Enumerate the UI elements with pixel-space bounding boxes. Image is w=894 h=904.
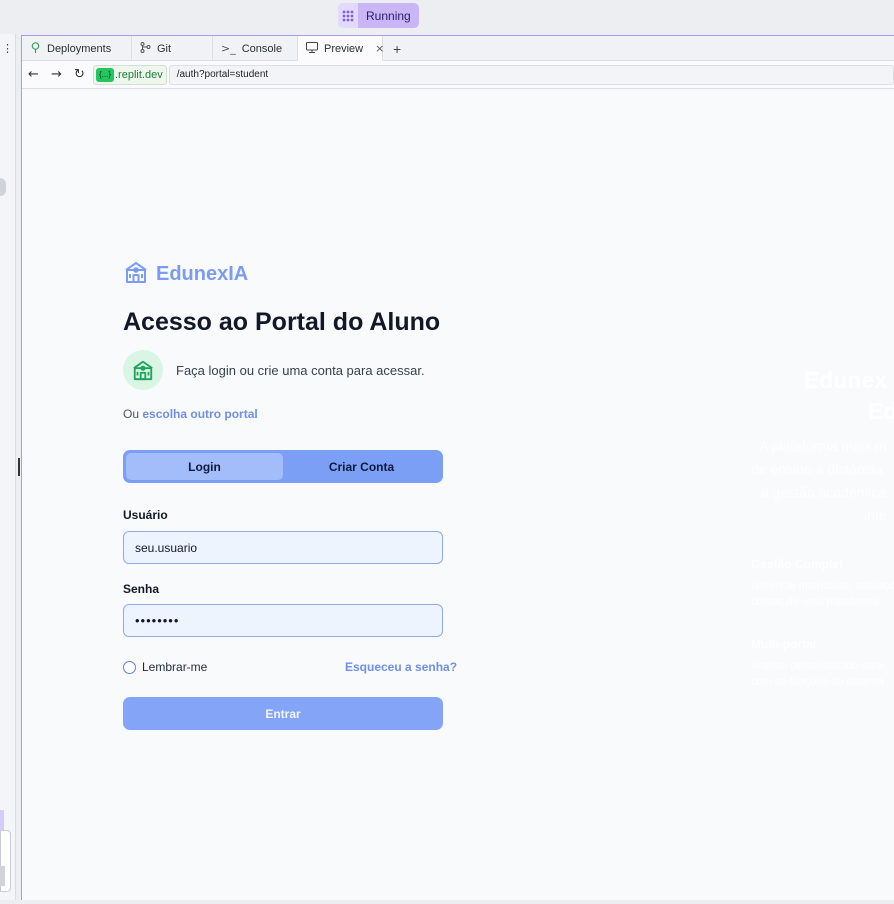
- feature-text: Gerencie matrículas, avaliaçõ: [751, 580, 894, 592]
- host-prefix: {...}: [96, 67, 114, 82]
- back-arrow-icon[interactable]: ←: [22, 67, 45, 82]
- url-path-input[interactable]: /auth?portal=student: [168, 64, 894, 85]
- tab-label: Git: [157, 42, 172, 55]
- tab-git[interactable]: Git: [132, 36, 213, 61]
- promo-heading-2: Ed: [868, 398, 894, 424]
- feature-title: Gestão Complet: [751, 557, 844, 571]
- login-hint: Faça login ou crie uma conta para acessa…: [123, 350, 425, 390]
- tab-label: Preview: [324, 42, 364, 55]
- pane-resize-handle[interactable]: [18, 458, 20, 476]
- promo-desc-line: a gestão acadêmica: [761, 484, 887, 500]
- left-panel-edge: ⋮: [0, 34, 16, 900]
- new-tab-button[interactable]: +: [383, 36, 411, 61]
- remember-checkbox[interactable]: [123, 660, 136, 674]
- forgot-password-link[interactable]: Esqueceu a senha?: [345, 660, 457, 674]
- panel-card-inner: [0, 866, 5, 886]
- choose-portal-link[interactable]: escolha outro portal: [142, 407, 257, 421]
- password-label: Senha: [123, 582, 160, 596]
- tab-label: Console: [241, 42, 283, 55]
- reload-icon[interactable]: ↻: [68, 67, 91, 82]
- host-label: .replit.dev: [115, 68, 163, 81]
- portal-switch: Ou escolha outro portal: [123, 407, 258, 421]
- tab-label: Deployments: [47, 42, 112, 55]
- feature-text: cursos de uma plataforma.: [751, 596, 882, 608]
- preview-pane: Deployments Git >_ Console Preview × + ←…: [21, 35, 894, 900]
- username-label: Usuário: [123, 508, 168, 522]
- school-icon: [123, 260, 149, 289]
- preview-icon: [306, 41, 318, 56]
- domain-badge[interactable]: {...} .replit.dev: [93, 64, 167, 85]
- tab-preview[interactable]: Preview ×: [298, 36, 384, 61]
- workspace-topbar: Running: [0, 0, 894, 34]
- brand-name: EdunexIA: [156, 263, 249, 285]
- username-input[interactable]: seu.usuario: [123, 531, 443, 564]
- school-badge-icon: [123, 350, 163, 390]
- login-page: EdunexIA Acesso ao Portal do Aluno Faça …: [22, 90, 894, 900]
- tab-login[interactable]: Login: [126, 453, 283, 480]
- tab-deployments[interactable]: Deployments: [22, 36, 132, 61]
- remember-label: Lembrar-me: [142, 660, 208, 674]
- more-icon[interactable]: ⋮: [2, 42, 13, 55]
- deployments-icon: [30, 41, 41, 56]
- portal-prefix: Ou: [123, 407, 140, 421]
- run-status[interactable]: Running: [338, 3, 419, 28]
- promo-desc-line: de ensino a distância: [751, 461, 883, 477]
- remember-me[interactable]: Lembrar-me: [123, 660, 207, 674]
- console-icon: >_: [221, 42, 236, 55]
- feature-title: Multi-portal: [751, 637, 817, 651]
- submit-button[interactable]: Entrar: [123, 697, 443, 730]
- url-bar: ← → ↻ {...} .replit.dev /auth?portal=stu…: [22, 61, 894, 89]
- forward-arrow-icon[interactable]: →: [45, 67, 68, 82]
- password-input[interactable]: ••••••••: [123, 604, 443, 637]
- git-icon: [140, 41, 151, 56]
- promo-desc-line: inte: [864, 507, 887, 523]
- feature-text: com as funções do sistema: [751, 676, 885, 688]
- page-title: Acesso ao Portal do Aluno: [123, 308, 441, 336]
- feature-text: Acesso personalizado para: [751, 660, 884, 672]
- panel-handle[interactable]: [0, 178, 6, 196]
- promo-desc-line: A plataforma mais m: [759, 438, 887, 454]
- auth-tabs: Login Criar Conta: [123, 450, 443, 483]
- brand-logo: EdunexIA: [123, 260, 248, 289]
- apps-grid-icon: [338, 3, 358, 28]
- promo-heading: Edunex: [804, 367, 888, 393]
- pane-tabs: Deployments Git >_ Console Preview × +: [22, 36, 894, 61]
- tab-console[interactable]: >_ Console: [213, 36, 298, 61]
- hint-text: Faça login ou crie uma conta para acessa…: [176, 362, 425, 378]
- panel-accent: [0, 810, 4, 830]
- tab-register[interactable]: Criar Conta: [283, 453, 440, 480]
- running-label: Running: [358, 3, 419, 28]
